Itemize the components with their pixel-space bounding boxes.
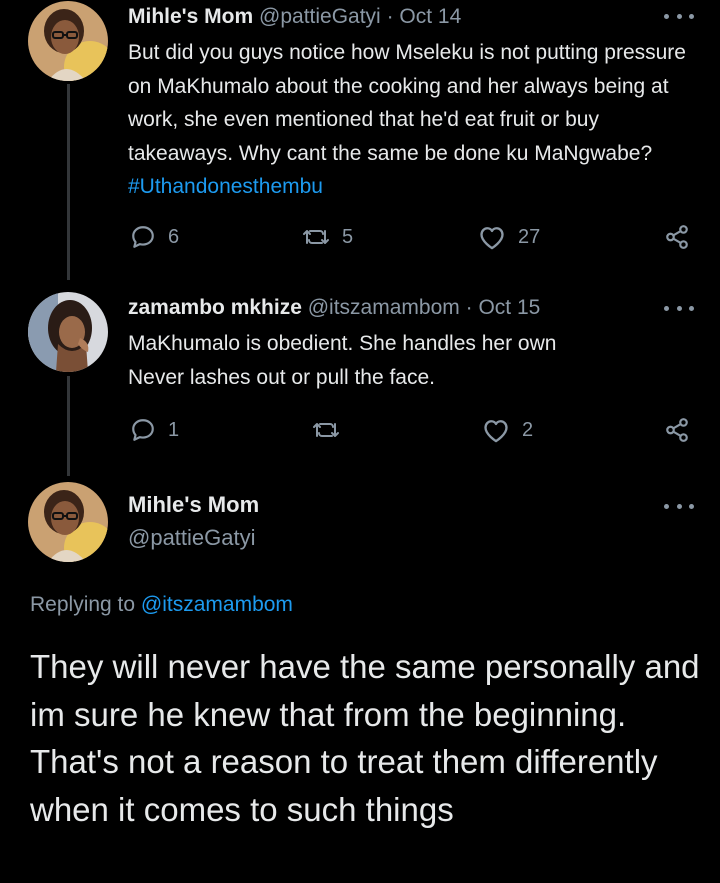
- retweet-icon: [312, 417, 340, 443]
- replying-to-label: Replying to: [30, 593, 136, 616]
- reply-count: 1: [168, 418, 180, 441]
- tweet-header: Mihle's Mom @pattieGatyi · Oct 14: [128, 2, 461, 32]
- thread-connector-line: [67, 84, 70, 280]
- display-name[interactable]: zamambo mkhize: [128, 296, 302, 319]
- share-button[interactable]: [664, 224, 690, 250]
- mention-link[interactable]: @itszamambom: [141, 593, 293, 616]
- retweet-count: 5: [342, 225, 354, 248]
- avatar[interactable]: [28, 1, 108, 81]
- like-button[interactable]: 27: [478, 224, 540, 250]
- like-count: 2: [522, 418, 534, 441]
- display-name[interactable]: Mihle's Mom: [128, 490, 259, 520]
- retweet-button[interactable]: [312, 417, 352, 443]
- main-tweet-text: They will never have the same personally…: [30, 648, 700, 828]
- reply-button[interactable]: 6: [130, 224, 179, 250]
- tweet-text: MaKhumalo is obedient. She handles her o…: [128, 332, 557, 389]
- user-handle[interactable]: @itszamambom: [308, 296, 460, 319]
- more-options-icon[interactable]: [664, 501, 694, 511]
- retweet-button[interactable]: 5: [302, 224, 353, 250]
- like-button[interactable]: 2: [482, 417, 533, 443]
- heart-icon: [482, 417, 510, 443]
- heart-icon: [478, 224, 506, 250]
- tweet-header: zamambo mkhize @itszamambom · Oct 15: [128, 293, 540, 323]
- replying-to: Replying to @itszamambom: [30, 590, 293, 620]
- separator-dot: ·: [386, 5, 394, 28]
- share-icon: [664, 224, 690, 250]
- more-options-icon[interactable]: [664, 303, 694, 313]
- thread-connector-line: [67, 376, 70, 476]
- share-icon: [664, 417, 690, 443]
- share-button[interactable]: [664, 417, 690, 443]
- avatar[interactable]: [28, 482, 108, 562]
- more-options-icon[interactable]: [664, 11, 694, 21]
- reply-icon: [130, 417, 156, 443]
- avatar[interactable]: [28, 292, 108, 372]
- display-name[interactable]: Mihle's Mom: [128, 5, 253, 28]
- tweet-date[interactable]: Oct 15: [478, 296, 540, 319]
- user-handle[interactable]: @pattieGatyi: [128, 523, 256, 553]
- separator-dot: ·: [465, 296, 473, 319]
- reply-button[interactable]: 1: [130, 417, 179, 443]
- tweet-date[interactable]: Oct 14: [399, 5, 461, 28]
- reply-icon: [130, 224, 156, 250]
- tweet-text: But did you guys notice how Mseleku is n…: [128, 36, 698, 204]
- user-handle[interactable]: @pattieGatyi: [259, 5, 381, 28]
- retweet-icon: [302, 224, 330, 250]
- like-count: 27: [518, 225, 541, 248]
- reply-count: 6: [168, 225, 180, 248]
- hashtag-link[interactable]: #Uthandonesthembu: [128, 175, 323, 198]
- tweet-text-main: But did you guys notice how Mseleku is n…: [128, 41, 686, 165]
